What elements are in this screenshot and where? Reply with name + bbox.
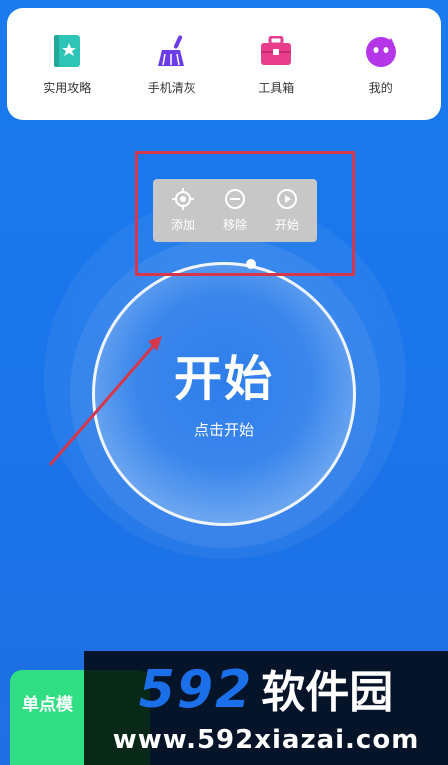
watermark-name: 软件园: [261, 666, 394, 718]
nav-item-mine[interactable]: 我的: [331, 33, 431, 96]
mode-label: 单点模: [22, 695, 73, 715]
nav-item-clean[interactable]: 手机清灰: [122, 33, 222, 96]
nav-label-guide: 实用攻略: [43, 80, 92, 95]
toolbox-icon: [258, 33, 294, 69]
start-circle-button[interactable]: 开始 点击开始: [92, 262, 356, 526]
nav-label-clean: 手机清灰: [147, 80, 196, 95]
face-icon: [363, 33, 399, 69]
broom-icon: [154, 33, 190, 69]
annotation-highlight-box: [135, 151, 355, 276]
nav-item-toolbox[interactable]: 工具箱: [226, 33, 326, 96]
nav-item-guide[interactable]: 实用攻略: [17, 33, 117, 96]
site-watermark: 592 软件园 www.592xiazai.com: [84, 651, 448, 765]
watermark-url: www.592xiazai.com: [112, 724, 420, 755]
top-nav-card: 实用攻略 手机清灰 工具箱 我的: [7, 8, 441, 120]
nav-label-mine: 我的: [368, 80, 393, 95]
nav-label-toolbox: 工具箱: [258, 80, 295, 95]
start-subtitle: 点击开始: [193, 420, 254, 439]
start-title: 开始: [173, 350, 274, 407]
watermark-brand: 592 软件园: [139, 662, 394, 721]
book-star-icon: [49, 33, 85, 69]
watermark-number: 592: [138, 659, 254, 720]
